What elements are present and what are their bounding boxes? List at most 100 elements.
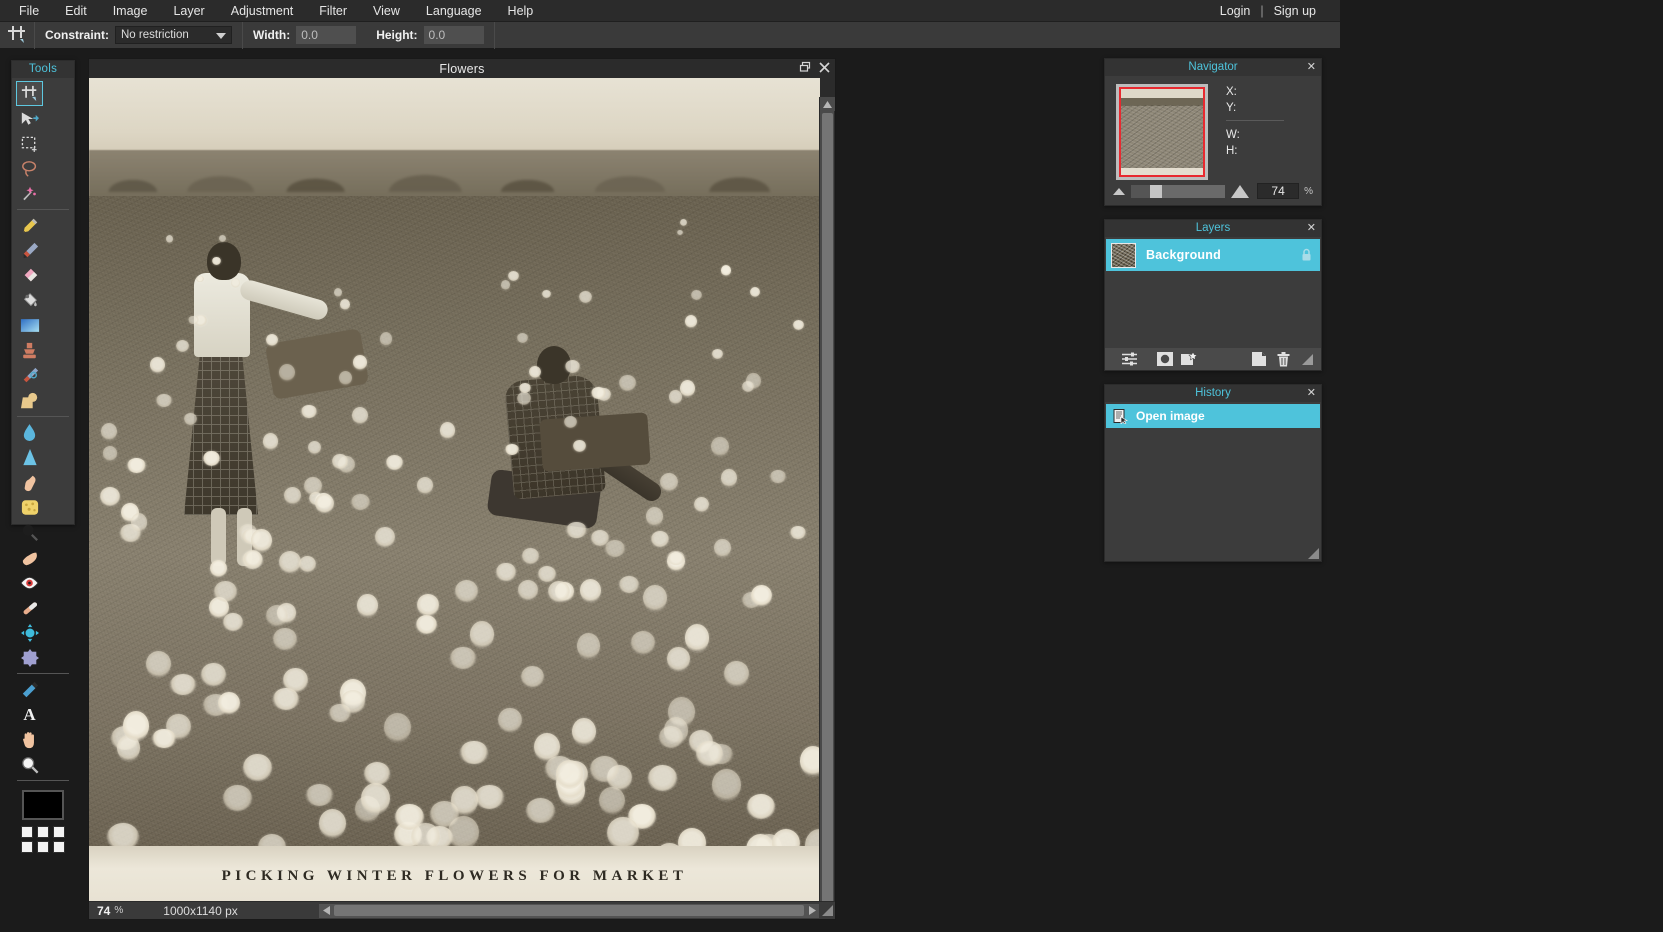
tool-marquee-select[interactable] xyxy=(16,131,43,156)
layer-name: Background xyxy=(1146,248,1221,262)
tool-magic-wand[interactable] xyxy=(16,181,43,206)
tool-red-eye[interactable] xyxy=(16,570,43,595)
circle-mask-icon[interactable] xyxy=(1153,349,1177,369)
trash-icon[interactable] xyxy=(1271,349,1295,369)
close-icon[interactable]: ✕ xyxy=(1307,385,1316,402)
primary-color-swatch[interactable] xyxy=(22,790,64,820)
color-swatch[interactable] xyxy=(21,841,33,853)
navigator-panel: Navigator ✕ X: Y: W: xyxy=(1104,58,1322,206)
options-separator-3 xyxy=(494,22,495,49)
canvas-area[interactable]: PICKING WINTER FLOWERS FOR MARKET xyxy=(89,78,835,902)
scroll-left-button[interactable] xyxy=(319,904,333,918)
document-titlebar[interactable]: Flowers xyxy=(89,59,835,78)
tool-smudge[interactable] xyxy=(16,470,43,495)
photo-canvas[interactable]: PICKING WINTER FLOWERS FOR MARKET xyxy=(89,78,820,902)
menu-item-file[interactable]: File xyxy=(6,1,52,21)
menu-item-layer[interactable]: Layer xyxy=(160,1,217,21)
photo-flower xyxy=(150,357,165,372)
layers-panel-title: Layers ✕ xyxy=(1105,220,1321,237)
tool-hand[interactable] xyxy=(16,727,43,752)
tool-pinch[interactable] xyxy=(16,645,43,670)
tool-sponge[interactable] xyxy=(16,495,43,520)
tool-gradient[interactable] xyxy=(16,313,43,338)
color-swatch[interactable] xyxy=(21,826,33,838)
horizontal-scroll-thumb[interactable] xyxy=(334,905,804,916)
resize-grip-icon[interactable] xyxy=(1308,548,1319,559)
resize-grip-icon[interactable] xyxy=(1295,349,1319,369)
lock-icon[interactable] xyxy=(1301,248,1312,261)
vertical-scroll-thumb[interactable] xyxy=(822,113,833,902)
photo-flower xyxy=(184,413,198,425)
small-mountain-icon[interactable] xyxy=(1113,188,1125,195)
photo-flower xyxy=(304,477,322,495)
tool-type[interactable]: A xyxy=(16,702,43,727)
photo-flower xyxy=(460,741,488,765)
tool-lasso[interactable] xyxy=(16,156,43,181)
tool-crop[interactable] xyxy=(16,81,43,106)
restore-window-icon[interactable] xyxy=(799,61,811,73)
tool-clone-stamp[interactable] xyxy=(16,338,43,363)
color-swatch[interactable] xyxy=(37,826,49,838)
close-icon[interactable] xyxy=(819,62,830,73)
canvas-horizontal-scrollbar[interactable] xyxy=(319,904,819,918)
navigator-body: X: Y: W: H: xyxy=(1105,76,1321,184)
tool-spot-heal[interactable] xyxy=(16,595,43,620)
sliders-icon[interactable] xyxy=(1117,349,1141,369)
tool-separator-1 xyxy=(15,206,71,213)
navigator-thumbnail[interactable] xyxy=(1119,87,1205,177)
height-input[interactable] xyxy=(424,26,484,44)
menu-item-filter[interactable]: Filter xyxy=(306,1,360,21)
color-swatch[interactable] xyxy=(53,841,65,853)
scroll-right-button[interactable] xyxy=(805,904,819,918)
menu-item-edit[interactable]: Edit xyxy=(52,1,100,21)
menu-item-adjustment[interactable]: Adjustment xyxy=(218,1,307,21)
tool-zoom[interactable] xyxy=(16,752,43,777)
signup-link[interactable]: Sign up xyxy=(1270,4,1320,18)
menu-item-language[interactable]: Language xyxy=(413,1,495,21)
tool-dodge[interactable] xyxy=(16,520,43,545)
color-swatch[interactable] xyxy=(53,826,65,838)
zoom-slider-fill xyxy=(1131,185,1150,198)
photo-flower xyxy=(522,548,539,564)
star-style-icon[interactable] xyxy=(1177,349,1201,369)
zoom-slider-handle[interactable] xyxy=(1150,185,1162,198)
history-item-open-image[interactable]: Open image xyxy=(1106,404,1320,428)
width-input[interactable] xyxy=(296,26,356,44)
history-list: Open image xyxy=(1105,402,1321,428)
tool-eraser[interactable] xyxy=(16,263,43,288)
zoom-value-input[interactable]: 74 xyxy=(1257,183,1299,199)
constraint-select[interactable]: No restriction xyxy=(115,26,232,44)
tool-drawing[interactable] xyxy=(16,388,43,413)
tool-bloat[interactable] xyxy=(16,620,43,645)
tool-replace-color[interactable] xyxy=(16,363,43,388)
tool-move[interactable] xyxy=(16,106,43,131)
navigator-thumbnail-frame[interactable] xyxy=(1116,84,1208,180)
tool-color-picker[interactable] xyxy=(16,677,43,702)
color-swatch[interactable] xyxy=(37,841,49,853)
tool-blur[interactable] xyxy=(16,420,43,445)
tool-pencil[interactable] xyxy=(16,213,43,238)
zoom-slider[interactable] xyxy=(1131,185,1225,198)
photo-flower xyxy=(353,355,367,370)
photo-flower xyxy=(498,708,522,733)
close-icon[interactable]: ✕ xyxy=(1307,220,1316,237)
tool-burn[interactable] xyxy=(16,545,43,570)
window-resize-grip[interactable] xyxy=(819,903,835,919)
layers-panel: Layers ✕ Background xyxy=(1104,219,1322,371)
layer-row-background[interactable]: Background xyxy=(1106,239,1320,271)
tool-paint-bucket[interactable] xyxy=(16,288,43,313)
scroll-up-button[interactable] xyxy=(820,97,835,111)
new-layer-icon[interactable] xyxy=(1247,349,1271,369)
canvas-vertical-scrollbar[interactable] xyxy=(819,97,834,902)
tool-brush[interactable] xyxy=(16,238,43,263)
tool-sharpen[interactable] xyxy=(16,445,43,470)
photo-flower xyxy=(470,621,494,648)
large-mountain-icon[interactable] xyxy=(1231,185,1249,198)
menu-item-image[interactable]: Image xyxy=(100,1,161,21)
close-icon[interactable]: ✕ xyxy=(1307,59,1316,76)
photo-flower xyxy=(607,817,639,849)
menu-item-help[interactable]: Help xyxy=(495,1,547,21)
photo-flower xyxy=(251,529,272,553)
menu-item-view[interactable]: View xyxy=(360,1,413,21)
login-link[interactable]: Login xyxy=(1216,4,1255,18)
